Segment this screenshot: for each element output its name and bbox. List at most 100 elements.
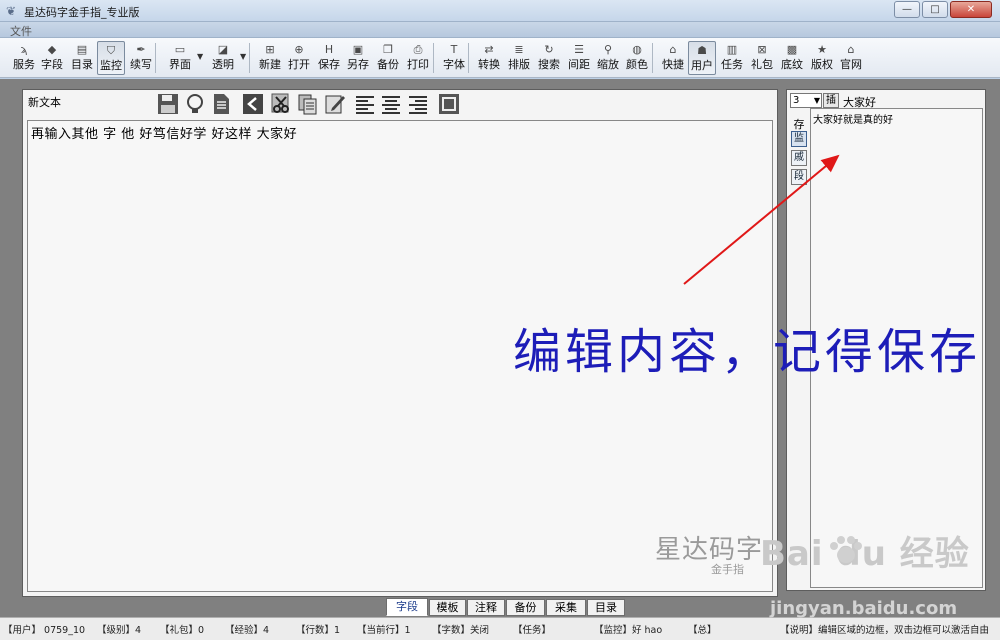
toolbar-button-label: 版权 — [811, 58, 833, 71]
baidu-url-watermark: jingyan.baidu.com — [770, 598, 958, 619]
tab-0[interactable]: 字段 — [386, 598, 428, 616]
toolbar-button-gift[interactable]: ⊠ 礼包 — [748, 41, 776, 75]
status-help: 【说明】编辑区域的边框，双击边框可以激活自由 — [780, 625, 990, 636]
save-icon: H — [324, 43, 334, 56]
edit-icon[interactable] — [323, 92, 347, 116]
tab-2[interactable]: 注释 — [467, 599, 505, 616]
toolbar-button-label: 官网 — [840, 58, 862, 71]
status-bar: 【用户】 0759_10 【级别】4 【礼包】0 【经验】4 【行数】1 【当前… — [0, 617, 1000, 640]
toolbar-separator — [652, 43, 653, 73]
toolbar-button-label: 界面 — [169, 58, 191, 71]
document-icon[interactable] — [209, 92, 233, 116]
toolbar-button-star[interactable]: ★ 版权 — [808, 41, 836, 75]
toolbar-button-label: 搜索 — [538, 58, 560, 71]
toolbar-button-window[interactable]: ▭ 界面 — [163, 41, 197, 75]
chevron-down-icon[interactable]: ▼ — [197, 52, 203, 61]
side-text-content: 大家好就是真的好 — [813, 115, 893, 126]
toolbar-button-label: 字段 — [41, 58, 63, 71]
toolbar-button-diamond[interactable]: ◆ 字段 — [38, 41, 66, 75]
toolbar-button-user[interactable]: ☗ 用户 — [688, 41, 716, 75]
toolbar-button-save-as[interactable]: ▣ 另存 — [344, 41, 372, 75]
lightbulb-icon[interactable] — [183, 92, 207, 116]
store-button[interactable]: 存 — [791, 116, 807, 132]
monitor-side-button[interactable]: 监 — [791, 131, 807, 147]
status-monitor: 【监控】好 hao — [594, 625, 663, 636]
pen-icon: ✒ — [136, 43, 146, 56]
star-icon: ★ — [817, 43, 827, 56]
toolbar-button-label: 打印 — [407, 58, 429, 71]
toolbar-button-pen[interactable]: ✒ 续写 — [127, 41, 155, 75]
toolbar-button-convert[interactable]: ⇄ 转换 — [475, 41, 503, 75]
toolbar-button-label: 服务 — [13, 58, 35, 71]
toolbar-separator — [249, 43, 250, 73]
toolbar-button-layout[interactable]: ≣ 排版 — [505, 41, 533, 75]
tab-4[interactable]: 采集 — [546, 599, 586, 616]
title-bar: ❦ 星达码字金手指_专业版 — □ ✕ — [0, 0, 1000, 22]
rss-icon: ϡ — [20, 43, 28, 56]
image-icon: ◪ — [217, 43, 229, 56]
level-select[interactable]: 3 ▼ — [790, 93, 822, 108]
toolbar-button-backup[interactable]: ❐ 备份 — [374, 41, 402, 75]
align-right-icon[interactable] — [406, 92, 430, 116]
close-button[interactable]: ✕ — [950, 1, 992, 18]
toolbar-button-home[interactable]: ⌂ 快捷 — [659, 41, 687, 75]
toolbar-button-website[interactable]: ⌂ 官网 — [837, 41, 865, 75]
tab-1[interactable]: 模板 — [429, 599, 466, 616]
toolbar-button-label: 快捷 — [662, 58, 684, 71]
toolbar-button-task[interactable]: ▥ 任务 — [718, 41, 746, 75]
toolbar-button-texture[interactable]: ▩ 底纹 — [778, 41, 806, 75]
align-left-icon[interactable] — [353, 92, 377, 116]
toolbar-button-list[interactable]: ▤ 目录 — [68, 41, 96, 75]
insert-button[interactable]: 插 — [823, 93, 839, 108]
chevron-down-icon: ▼ — [813, 96, 820, 105]
toolbar-button-label: 字体 — [443, 58, 465, 71]
align-center-icon[interactable] — [379, 92, 403, 116]
texture-icon: ▩ — [786, 43, 798, 56]
status-current-line: 【当前行】1 — [357, 625, 411, 636]
toolbar-button-color[interactable]: ◍ 颜色 — [623, 41, 651, 75]
back-arrow-icon[interactable] — [241, 92, 265, 116]
toolbar-button-print[interactable]: ⎙ 打印 — [404, 41, 432, 75]
toolbar-button-rss[interactable]: ϡ 服务 — [10, 41, 38, 75]
fullscreen-icon[interactable] — [437, 92, 461, 116]
toolbar-button-new[interactable]: ⊞ 新建 — [256, 41, 284, 75]
maximize-button[interactable]: □ — [922, 1, 948, 18]
shield-icon: ⛉ — [106, 44, 116, 57]
toolbar-button-font[interactable]: T 字体 — [440, 41, 468, 75]
qi-side-button[interactable]: 戚 — [791, 150, 807, 166]
status-level: 【级别】4 — [97, 625, 142, 636]
toolbar-button-spacing[interactable]: ☰ 间距 — [565, 41, 593, 75]
toolbar-button-zoom[interactable]: ⚲ 缩放 — [594, 41, 622, 75]
tab-3[interactable]: 备份 — [506, 599, 545, 616]
toolbar-button-save[interactable]: H 保存 — [315, 41, 343, 75]
toolbar-separator — [468, 43, 469, 73]
editor-content: 再输入其他 字 他 好笃信好学 好这样 大家好 — [31, 127, 298, 142]
chevron-down-icon[interactable]: ▼ — [240, 52, 246, 61]
status-lines: 【行数】1 — [296, 625, 341, 636]
baidu-logo-text: Bai du 经验 — [760, 534, 970, 574]
user-icon: ☗ — [697, 44, 707, 57]
toolbar-button-label: 缩放 — [597, 58, 619, 71]
menu-file[interactable]: 文件 — [10, 23, 32, 39]
spacing-icon: ☰ — [574, 43, 584, 56]
copy-icon[interactable] — [296, 92, 320, 116]
paragraph-side-button[interactable]: 段 — [791, 169, 807, 185]
toolbar-button-label: 用户 — [691, 59, 713, 72]
toolbar-button-shield[interactable]: ⛉ 监控 — [97, 41, 125, 75]
toolbar-button-label: 续写 — [130, 58, 152, 71]
status-gift: 【礼包】0 — [160, 625, 205, 636]
toolbar: ϡ 服务 ◆ 字段 ▤ 目录 ⛉ 监控 ✒ 续写 ▭ 界面 ▼ ◪ 透明 ▼ ⊞ 新建 ⊕ 打开 H 保存 ▣ 另存 ❐ 备份 ⎙ 打… — [0, 38, 1000, 78]
color-icon: ◍ — [632, 43, 642, 56]
level-select-value: 3 — [793, 95, 800, 106]
toolbar-button-open[interactable]: ⊕ 打开 — [285, 41, 313, 75]
minimize-button[interactable]: — — [894, 1, 920, 18]
scissors-icon[interactable] — [269, 92, 293, 116]
open-icon: ⊕ — [294, 43, 304, 56]
toolbar-button-refresh[interactable]: ↻ 搜索 — [535, 41, 563, 75]
status-task: 【任务】 — [513, 625, 552, 636]
tab-5[interactable]: 目录 — [587, 599, 625, 616]
toolbar-button-label: 转换 — [478, 58, 500, 71]
toolbar-button-label: 另存 — [347, 58, 369, 71]
toolbar-button-image[interactable]: ◪ 透明 — [206, 41, 240, 75]
save-disk-icon[interactable] — [156, 92, 180, 116]
